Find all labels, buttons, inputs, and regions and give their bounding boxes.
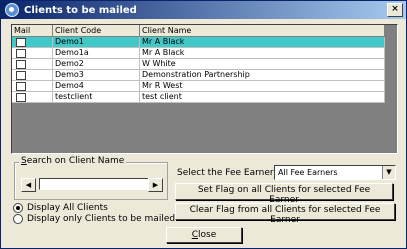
fee-earner-select[interactable]: All Fee Earners ▼ bbox=[274, 165, 396, 180]
search-next-button[interactable]: ▶ bbox=[148, 178, 163, 192]
client-code-cell: Demo1 bbox=[53, 37, 140, 47]
clients-dialog: Clients to be mailed × Mail Client Code … bbox=[0, 0, 407, 249]
table-row[interactable]: Demo1 Mr A Black bbox=[12, 37, 385, 48]
app-icon bbox=[5, 3, 19, 17]
display-all-radio[interactable] bbox=[13, 203, 23, 213]
chevron-down-icon[interactable]: ▼ bbox=[382, 166, 395, 179]
client-code-cell: Demo2 bbox=[53, 59, 140, 69]
mail-cell bbox=[12, 92, 53, 102]
mail-cell bbox=[12, 81, 53, 91]
mail-cell bbox=[12, 48, 53, 58]
title-bar[interactable]: Clients to be mailed × bbox=[1, 1, 406, 19]
mail-cell bbox=[12, 70, 53, 80]
header-client-code[interactable]: Client Code bbox=[53, 25, 140, 36]
mail-checkbox[interactable] bbox=[16, 60, 26, 69]
client-name-cell: Demonstration Partnership bbox=[140, 70, 385, 80]
client-name-cell: Mr A Black bbox=[140, 37, 385, 47]
table-header: Mail Client Code Client Name bbox=[12, 25, 385, 37]
table-row[interactable]: Demo3 Demonstration Partnership bbox=[12, 70, 385, 81]
table-row[interactable]: Demo4 Mr R West bbox=[12, 81, 385, 92]
client-name-cell: Mr R West bbox=[140, 81, 385, 91]
window-title: Clients to be mailed bbox=[24, 4, 137, 16]
mail-checkbox[interactable] bbox=[16, 82, 26, 91]
table-row[interactable]: testclient test client bbox=[12, 92, 385, 103]
mail-checkbox[interactable] bbox=[16, 38, 26, 47]
client-name-cell: Mr A Black bbox=[140, 48, 385, 58]
clients-table: Mail Client Code Client Name Demo1 Mr A B… bbox=[12, 25, 385, 103]
search-group: Search on Client Name ◀ ▶ bbox=[14, 156, 168, 200]
mail-checkbox[interactable] bbox=[16, 49, 26, 58]
display-mailed-option[interactable]: Display only Clients to be mailed bbox=[13, 214, 175, 224]
client-code-cell: Demo4 bbox=[53, 81, 140, 91]
display-mailed-label: Display only Clients to be mailed bbox=[27, 214, 176, 224]
clients-grid: Mail Client Code Client Name Demo1 Mr A B… bbox=[11, 24, 398, 154]
search-group-label: Search on Client Name bbox=[19, 156, 127, 166]
mail-checkbox[interactable] bbox=[16, 93, 26, 102]
close-window-button[interactable]: × bbox=[387, 3, 403, 17]
fee-earner-value: All Fee Earners bbox=[278, 168, 338, 177]
mail-cell bbox=[12, 37, 53, 47]
header-client-name[interactable]: Client Name bbox=[140, 25, 385, 36]
close-button[interactable]: Close bbox=[166, 227, 242, 243]
table-row[interactable]: Demo1a Mr A Black bbox=[12, 48, 385, 59]
client-name-cell: W White bbox=[140, 59, 385, 69]
header-mail[interactable]: Mail bbox=[12, 25, 53, 36]
mail-checkbox[interactable] bbox=[16, 71, 26, 80]
display-mailed-radio[interactable] bbox=[13, 214, 23, 224]
client-code-cell: testclient bbox=[53, 92, 140, 102]
client-code-cell: Demo3 bbox=[53, 70, 140, 80]
set-flag-button[interactable]: Set Flag on all Clients for selected Fee… bbox=[175, 183, 393, 205]
mail-cell bbox=[12, 59, 53, 69]
table-row[interactable]: Demo2 W White bbox=[12, 59, 385, 70]
grid-scroll-area bbox=[385, 25, 397, 153]
display-all-option[interactable]: Display All Clients bbox=[13, 203, 108, 213]
search-prev-button[interactable]: ◀ bbox=[21, 178, 36, 192]
display-all-label: Display All Clients bbox=[27, 203, 108, 213]
client-name-search-input[interactable] bbox=[39, 178, 150, 190]
fee-earner-label: Select the Fee Earner bbox=[177, 168, 274, 178]
clear-flag-button[interactable]: Clear Flag from all Clients for selected… bbox=[175, 203, 395, 225]
client-code-cell: Demo1a bbox=[53, 48, 140, 58]
client-name-cell: test client bbox=[140, 92, 385, 102]
